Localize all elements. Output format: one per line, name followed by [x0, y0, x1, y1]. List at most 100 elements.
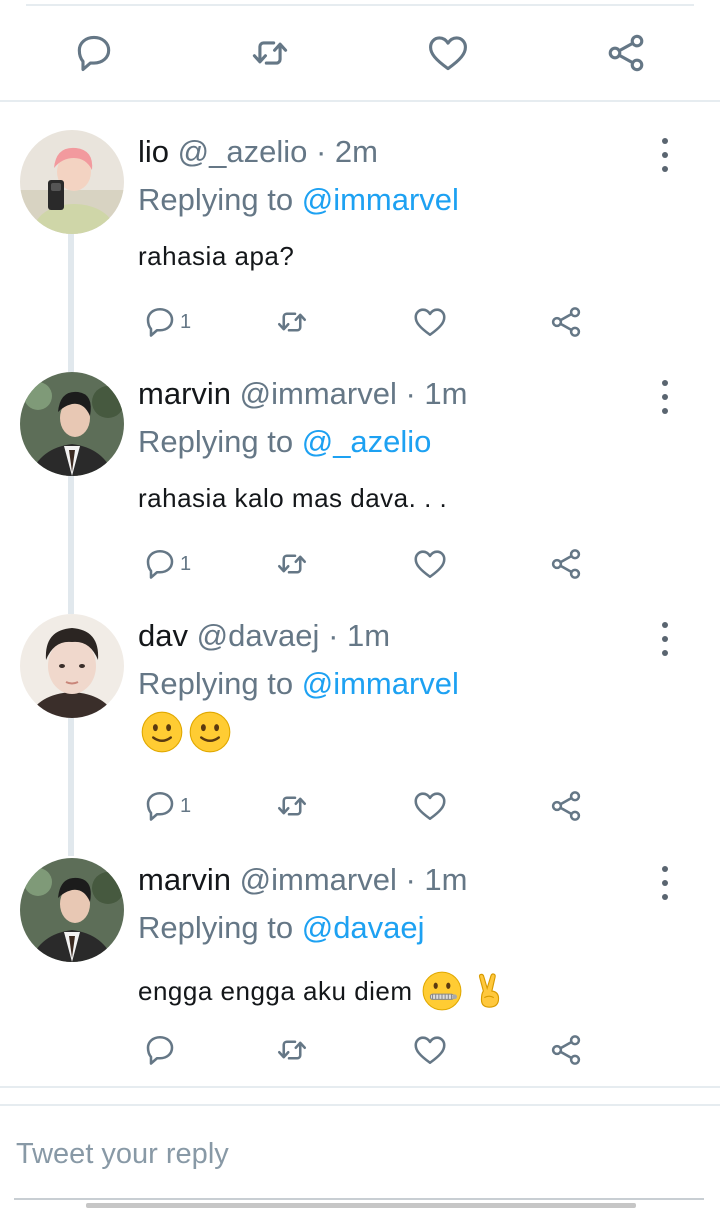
thread-line — [68, 476, 74, 614]
avatar[interactable] — [20, 130, 124, 234]
reply-count: 1 — [180, 552, 192, 575]
share-button[interactable] — [548, 542, 584, 586]
replying-to-label: Replying to — [138, 182, 294, 217]
share-icon — [548, 304, 584, 340]
reply-button[interactable]: 1 — [142, 784, 191, 828]
composer-underline — [14, 1198, 704, 1200]
reply-item[interactable]: dav @davaej · 1m Replying to @immarvel 1 — [0, 614, 720, 856]
username[interactable]: @davaej — [197, 618, 320, 653]
like-button[interactable] — [412, 1028, 448, 1072]
retweet-icon — [274, 788, 310, 824]
scrollbar[interactable] — [86, 1203, 636, 1208]
reply-text: rahasia kalo mas dava. . . — [138, 483, 448, 513]
divider — [0, 100, 720, 102]
retweet-icon — [274, 1032, 310, 1068]
mention-link[interactable]: @davaej — [302, 910, 425, 945]
reply-header: lio @_azelio · 2m — [138, 132, 378, 172]
retweet-button[interactable] — [274, 300, 310, 344]
like-button[interactable] — [412, 784, 448, 828]
share-icon — [548, 788, 584, 824]
divider — [0, 1086, 720, 1088]
top-divider — [26, 4, 694, 6]
more-options-button[interactable] — [650, 138, 680, 172]
retweet-icon — [274, 304, 310, 340]
reply-button[interactable]: 1 — [142, 300, 191, 344]
reply-button[interactable] — [142, 1028, 180, 1072]
display-name[interactable]: lio — [138, 134, 169, 169]
share-button[interactable] — [594, 20, 658, 86]
mention-link[interactable]: @immarvel — [302, 666, 459, 701]
like-icon — [412, 788, 448, 824]
reply-actions: 1 — [138, 542, 598, 586]
reply-composer — [0, 1104, 720, 1196]
reply-button[interactable] — [62, 20, 126, 86]
more-options-button[interactable] — [650, 866, 680, 900]
victory-hand-icon — [471, 970, 509, 1012]
more-options-button[interactable] — [650, 380, 680, 414]
share-button[interactable] — [548, 1028, 584, 1072]
like-icon — [412, 546, 448, 582]
avatar[interactable] — [20, 372, 124, 476]
retweet-button[interactable] — [238, 20, 302, 86]
like-button[interactable] — [412, 300, 448, 344]
username[interactable]: @_azelio — [178, 134, 308, 169]
replying-to: Replying to @davaej — [138, 908, 425, 948]
like-button[interactable] — [416, 20, 480, 86]
zipper-mouth-face-icon — [421, 970, 463, 1012]
reply-header: marvin @immarvel · 1m — [138, 860, 467, 900]
reply-count: 1 — [180, 794, 192, 817]
replying-to-label: Replying to — [138, 424, 294, 459]
like-icon — [426, 31, 470, 75]
replying-to: Replying to @_azelio — [138, 422, 431, 462]
tweet-reply-input[interactable] — [16, 1126, 696, 1182]
more-dot-icon — [662, 866, 668, 872]
reply-icon — [72, 31, 116, 75]
retweet-button[interactable] — [274, 542, 310, 586]
reply-count: 1 — [180, 310, 192, 333]
more-dot-icon — [662, 622, 668, 628]
more-options-button[interactable] — [650, 622, 680, 656]
retweet-icon — [274, 546, 310, 582]
reply-body: engga engga aku diem — [138, 970, 509, 1012]
timestamp: · 1m — [328, 618, 391, 653]
more-dot-icon — [662, 650, 668, 656]
reply-icon — [142, 788, 178, 824]
thread-line — [68, 718, 74, 856]
more-dot-icon — [662, 408, 668, 414]
more-dot-icon — [662, 894, 668, 900]
share-icon — [604, 31, 648, 75]
share-button[interactable] — [548, 300, 584, 344]
retweet-button[interactable] — [274, 784, 310, 828]
avatar[interactable] — [20, 614, 124, 718]
like-button[interactable] — [412, 542, 448, 586]
username[interactable]: @immarvel — [240, 376, 397, 411]
username[interactable]: @immarvel — [240, 862, 397, 897]
reply-emoji — [140, 710, 232, 754]
display-name[interactable]: marvin — [138, 862, 231, 897]
reply-actions: 1 — [138, 784, 598, 828]
display-name[interactable]: marvin — [138, 376, 231, 411]
mention-link[interactable]: @_azelio — [302, 424, 432, 459]
retweet-button[interactable] — [274, 1028, 310, 1072]
reply-item[interactable]: marvin @immarvel · 1m Replying to @_azel… — [0, 372, 720, 614]
reply-icon — [142, 304, 178, 340]
reply-header: dav @davaej · 1m — [138, 616, 390, 656]
slightly-smiling-face-icon — [188, 710, 232, 754]
reply-item[interactable]: marvin @immarvel · 1m Replying to @davae… — [0, 858, 720, 1100]
reply-item[interactable]: lio @_azelio · 2m Replying to @immarvel … — [0, 130, 720, 372]
replying-to-label: Replying to — [138, 666, 294, 701]
timestamp: · 2m — [315, 134, 378, 169]
reply-button[interactable]: 1 — [142, 542, 191, 586]
more-dot-icon — [662, 394, 668, 400]
more-dot-icon — [662, 138, 668, 144]
timestamp: · 1m — [405, 862, 468, 897]
avatar[interactable] — [20, 858, 124, 962]
display-name[interactable]: dav — [138, 618, 188, 653]
replying-to: Replying to @immarvel — [138, 180, 459, 220]
reply-icon — [142, 1032, 178, 1068]
reply-text: rahasia apa? — [138, 241, 295, 271]
mention-link[interactable]: @immarvel — [302, 182, 459, 217]
share-button[interactable] — [548, 784, 584, 828]
more-dot-icon — [662, 166, 668, 172]
reply-text: engga engga aku diem — [138, 976, 413, 1006]
